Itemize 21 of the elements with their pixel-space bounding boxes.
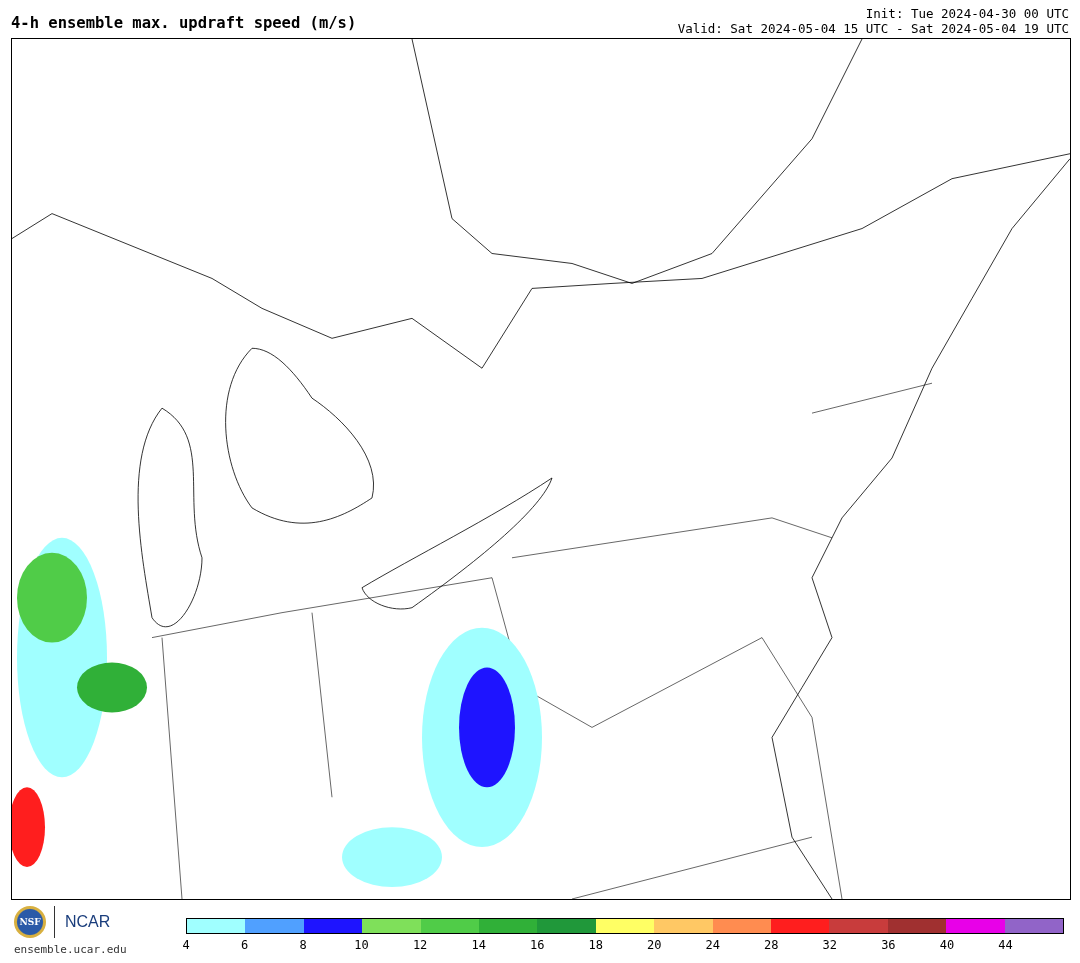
ncar-logo: NCAR: [54, 906, 111, 938]
scale-label: 8: [299, 938, 307, 952]
scale-label: 14: [471, 938, 486, 952]
scale-label: 24: [705, 938, 720, 952]
scale-label: 28: [764, 938, 779, 952]
scale-label: 44: [998, 938, 1013, 952]
scale-label: 18: [588, 938, 603, 952]
valid-time: Valid: Sat 2024-05-04 15 UTC - Sat 2024-05-04 19 UTC: [677, 21, 1069, 36]
site-url: ensemble.ucar.edu: [14, 943, 127, 956]
chart-title: 4-h ensemble max. updraft speed (m/s): [11, 14, 357, 34]
scale-label: 40: [939, 938, 955, 952]
scale-label: 16: [529, 938, 545, 952]
scale-label: 4: [182, 938, 190, 952]
nsf-logo: NSF: [14, 906, 46, 938]
scale-label: 32: [822, 938, 838, 952]
scale-label: 36: [881, 938, 896, 952]
scale-label: 6: [240, 938, 249, 952]
scale-label: 12: [412, 938, 428, 952]
init-time: Init: Tue 2024-04-30 00 UTC: [865, 6, 1069, 21]
scale-label: 20: [647, 938, 662, 952]
scale-label: 10: [354, 938, 369, 952]
